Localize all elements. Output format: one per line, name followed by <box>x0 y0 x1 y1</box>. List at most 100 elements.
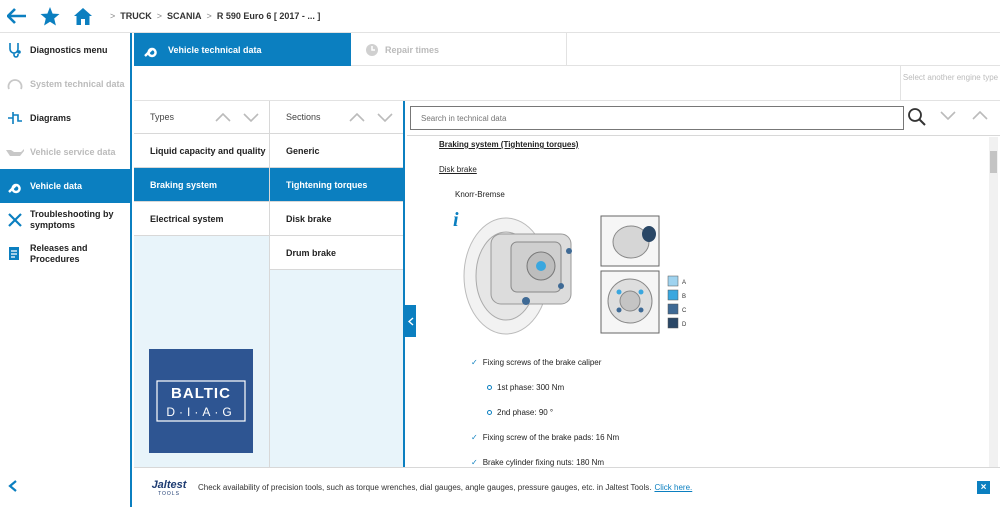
tab-label: Repair times <box>385 44 440 55</box>
breadcrumb-item-truck[interactable]: TRUCK <box>120 11 152 21</box>
check-icon: ✓ <box>471 458 478 467</box>
sidebar-item-troubleshooting[interactable]: Troubleshooting by symptoms <box>0 203 132 237</box>
tab-repair-times[interactable]: Repair times <box>351 33 567 66</box>
search-icon[interactable] <box>907 107 927 132</box>
torque-text: Fixing screw of the brake pads: 16 Nm <box>482 433 620 442</box>
document-subtitle[interactable]: Disk brake <box>439 165 477 174</box>
sidebar-collapse-chevron-icon[interactable] <box>8 479 18 497</box>
tools-icon <box>0 212 30 228</box>
sidebar-item-label: Diagnostics menu <box>30 45 108 55</box>
document-viewer: Braking system (Tightening torques) Disk… <box>407 135 1000 467</box>
sections-header-label: Sections <box>286 112 321 122</box>
torque-list-subitem: 2nd phase: 90 ° <box>487 408 553 417</box>
legend-label: B <box>682 294 686 300</box>
jaltest-tools-logo: Jaltest TOOLS <box>134 479 198 497</box>
types-item[interactable]: Electrical system <box>134 202 269 236</box>
types-item[interactable]: Braking system <box>134 168 269 202</box>
select-engine-type-button[interactable]: Select another engine type <box>900 66 1000 101</box>
sections-column: Sections Generic Tightening torques Disk… <box>270 101 405 467</box>
torque-text: Brake cylinder fixing nuts: 180 Nm <box>482 458 605 467</box>
sidebar-item-vehicle-service-data[interactable]: Vehicle service data <box>0 135 132 169</box>
sub-bar: Select another engine type <box>134 66 1000 101</box>
search-input[interactable] <box>410 106 904 130</box>
torque-list-item: ✓ Fixing screws of the brake caliper <box>471 358 601 367</box>
info-icon[interactable]: i <box>453 209 459 231</box>
chevron-up-icon[interactable] <box>972 111 988 120</box>
sidebar-item-diagnostics-menu[interactable]: Diagnostics menu <box>0 33 132 67</box>
torque-list-item: ✓ Fixing screw of the brake pads: 16 Nm <box>471 433 619 442</box>
sidebar-item-label: Diagrams <box>30 113 72 123</box>
check-icon: ✓ <box>471 358 478 367</box>
svg-text:BALTIC: BALTIC <box>171 385 231 402</box>
types-item[interactable]: Liquid capacity and quality <box>134 134 269 168</box>
stethoscope-icon <box>0 42 30 58</box>
legend-swatch <box>667 275 679 287</box>
sections-item[interactable]: Disk brake <box>270 202 403 236</box>
breadcrumb: > TRUCK > SCANIA > R 590 Euro 6 [ 2017 -… <box>105 11 320 21</box>
types-column: Types Liquid capacity and quality Brakin… <box>134 101 270 467</box>
sections-item[interactable]: Tightening torques <box>270 168 403 202</box>
legend-swatch <box>667 317 679 329</box>
legend-swatch <box>667 289 679 301</box>
chevron-up-icon[interactable] <box>215 112 231 122</box>
sidebar-item-label: Vehicle data <box>30 181 83 191</box>
wrench-icon <box>134 42 168 58</box>
sidebar: Diagnostics menu System technical data D… <box>0 33 132 507</box>
torque-list-item: ✓ Brake cylinder fixing nuts: 180 Nm <box>471 458 604 467</box>
types-header: Types <box>134 101 269 134</box>
footer-click-here-link[interactable]: Click here. <box>654 483 692 492</box>
tab-vehicle-technical-data[interactable]: Vehicle technical data <box>134 33 351 66</box>
legend-label: A <box>682 280 686 286</box>
back-arrow-icon[interactable] <box>0 0 33 33</box>
torque-list-subitem: 1st phase: 300 Nm <box>487 383 564 392</box>
oil-can-icon <box>0 147 30 157</box>
close-icon[interactable]: × <box>977 481 990 494</box>
brake-caliper-diagram: i A B C D <box>451 206 711 346</box>
technical-data-panel: Braking system (Tightening torques) Disk… <box>407 101 1000 467</box>
sections-item[interactable]: Drum brake <box>270 236 403 270</box>
torque-text: Fixing screws of the brake caliper <box>482 358 602 367</box>
scrollbar-thumb[interactable] <box>990 151 997 173</box>
sidebar-item-diagrams[interactable]: Diagrams <box>0 101 132 135</box>
legend-label: C <box>682 308 687 314</box>
sections-header: Sections <box>270 101 403 134</box>
svg-text:i: i <box>453 209 459 231</box>
bullet-circle-icon <box>487 410 492 415</box>
chevron-down-icon[interactable] <box>940 111 956 120</box>
content-scrollbar[interactable] <box>989 137 998 467</box>
sidebar-item-vehicle-data[interactable]: Vehicle data <box>0 169 132 203</box>
breadcrumb-separator: > <box>206 11 212 21</box>
sidebar-item-releases-procedures[interactable]: Releases and Procedures <box>0 237 132 271</box>
sidebar-item-label: Troubleshooting by symptoms <box>30 209 114 230</box>
document-brand: Knorr-Bremse <box>455 190 505 199</box>
home-icon[interactable] <box>66 0 99 33</box>
breadcrumb-item-scania[interactable]: SCANIA <box>167 11 202 21</box>
sidebar-item-label: System technical data <box>30 79 125 89</box>
footer-message: Check availability of precision tools, s… <box>198 483 652 492</box>
baltic-diag-logo: BALTIC D·I·A·G <box>149 349 253 453</box>
torque-text: 1st phase: 300 Nm <box>497 383 565 392</box>
favorite-star-icon[interactable] <box>33 0 66 33</box>
sections-item[interactable]: Generic <box>270 134 403 168</box>
breadcrumb-item-model[interactable]: R 590 Euro 6 [ 2017 - ... ] <box>217 11 321 21</box>
diagram-icon <box>0 110 30 126</box>
gauge-icon <box>0 77 30 91</box>
chevron-up-icon[interactable] <box>349 112 365 122</box>
sidebar-item-system-technical-data[interactable]: System technical data <box>0 67 132 101</box>
types-header-label: Types <box>150 112 175 122</box>
sidebar-item-label: Releases and Procedures <box>30 243 88 264</box>
top-bar: > TRUCK > SCANIA > R 590 Euro 6 [ 2017 -… <box>0 0 1000 33</box>
document-icon <box>0 246 30 262</box>
sidebar-item-label: Vehicle service data <box>30 147 116 157</box>
footer-banner: Jaltest TOOLS Check availability of prec… <box>134 467 1000 507</box>
chevron-down-icon[interactable] <box>377 112 393 122</box>
clock-gear-icon <box>359 43 385 57</box>
legend-swatch <box>667 303 679 315</box>
jaltest-brand-sub: TOOLS <box>158 490 180 497</box>
breadcrumb-separator: > <box>156 11 163 21</box>
chevron-down-icon[interactable] <box>243 112 259 122</box>
wrench-icon <box>0 178 30 194</box>
bullet-circle-icon <box>487 385 492 390</box>
document-title: Braking system (Tightening torques) <box>439 140 579 149</box>
jaltest-brand: Jaltest <box>151 478 187 491</box>
